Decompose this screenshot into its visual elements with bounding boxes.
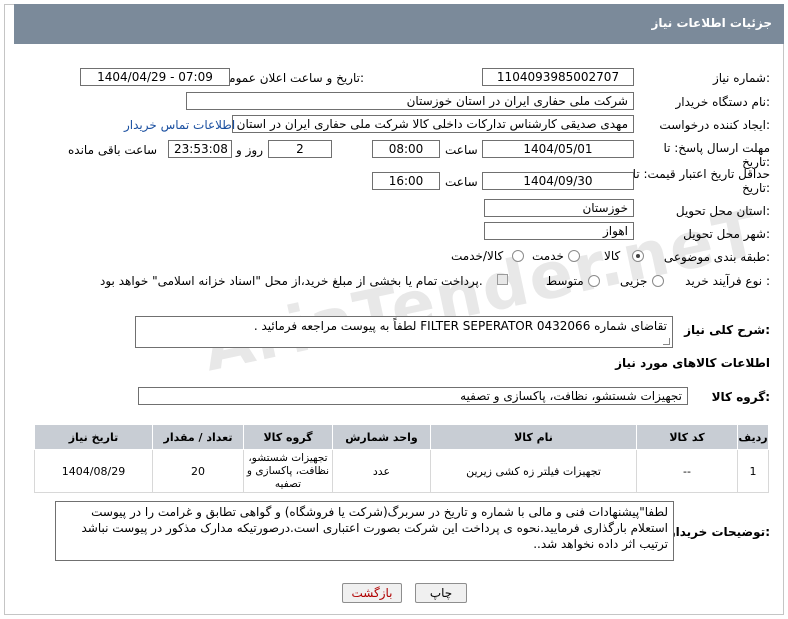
col-group: گروه کالا [243, 424, 333, 450]
goods-info-heading: اطلاعات کالاهای مورد نیاز [615, 356, 770, 370]
province-field: خوزستان [484, 199, 634, 217]
validity-time-label: ساعت [445, 175, 478, 189]
category-radio-goods[interactable] [632, 250, 644, 262]
days-field: 2 [268, 140, 332, 158]
goods-table: ردیف کد کالا نام کالا واحد شمارش گروه کا… [34, 424, 769, 493]
days-label: روز و [236, 143, 263, 157]
purchase-option-minor: جزیی [620, 274, 648, 288]
category-option-goods-service: کالا/خدمت [451, 249, 504, 263]
category-option-service: خدمت [532, 249, 564, 263]
need-number-field: 1104093985002707 [482, 68, 634, 86]
min-validity-label: حداقل تاریخ اعتبار قیمت: تا تاریخ: [632, 167, 770, 195]
table-row: 1 -- تجهیزات فیلتر زه کشی زیرین عدد تجهی… [34, 449, 769, 493]
category-radio-goods-service[interactable] [512, 250, 524, 262]
need-number-label: شماره نیاز: [712, 71, 770, 85]
province-label: استان محل تحویل: [675, 204, 770, 218]
deadline-label: مهلت ارسال پاسخ: تا تاریخ: [663, 141, 770, 169]
purchase-type-label: نوع فرآیند خرید : [685, 274, 770, 288]
announce-datetime-label: تاریخ و ساعت اعلان عمومی: [219, 71, 364, 85]
goods-group-field: تجهیزات شستشو، نظافت، پاکسازی و تصفیه [138, 387, 688, 405]
cell-unit: عدد [332, 449, 431, 493]
deadline-time-label: ساعت [445, 143, 478, 157]
contact-buyer-link[interactable]: اطلاعات تماس خریدار [124, 118, 235, 132]
col-row: ردیف [737, 424, 769, 450]
requester-field: مهدی صدیقی کارشناس تدارکات داخلی کالا شر… [232, 115, 634, 133]
city-field: اهواز [484, 222, 634, 240]
announce-datetime-field: 1404/04/29 - 07:09 [80, 68, 230, 86]
buyer-notes-field[interactable]: لطفا"پیشنهادات فنی و مالی با شماره و تار… [55, 501, 674, 561]
category-radio-service[interactable] [568, 250, 580, 262]
goods-group-label: گروه کالا: [711, 390, 770, 404]
city-label: شهر محل تحویل: [683, 227, 770, 241]
buyer-org-field: شرکت ملی حفاری ایران در استان خوزستان [186, 92, 634, 110]
col-code: کد کالا [636, 424, 738, 450]
purchase-radio-minor[interactable] [652, 275, 664, 287]
buyer-org-label: نام دستگاه خریدار: [675, 95, 771, 109]
back-button[interactable]: بازگشت [342, 583, 402, 603]
validity-time-field: 16:00 [372, 172, 440, 190]
col-name: نام کالا [430, 424, 637, 450]
deadline-time-field: 08:00 [372, 140, 440, 158]
cell-group: تجهیزات شستشو، نظافت، پاکسازی و تصفیه [243, 449, 333, 493]
cell-row: 1 [737, 449, 769, 493]
deadline-date-field: 1404/05/01 [482, 140, 634, 158]
general-desc-field[interactable]: تقاضای شماره FILTER SEPERATOR 0432066 لط… [135, 316, 673, 348]
col-unit: واحد شمارش [332, 424, 431, 450]
treasury-payment-checkbox[interactable] [497, 274, 508, 285]
col-date: تاریخ نیاز [34, 424, 153, 450]
buyer-notes-label: توضیحات خریدار: [668, 525, 770, 539]
purchase-radio-medium[interactable] [588, 275, 600, 287]
cell-qty: 20 [152, 449, 244, 493]
remaining-label: ساعت باقی مانده [68, 143, 158, 157]
category-option-goods: کالا [604, 249, 621, 263]
page-title: جزئیات اطلاعات نیاز [651, 16, 772, 30]
table-header-row: ردیف کد کالا نام کالا واحد شمارش گروه کا… [34, 424, 769, 450]
cell-name: تجهیزات فیلتر زه کشی زیرین [430, 449, 637, 493]
payment-note: پرداخت تمام یا بخشی از مبلغ خرید،از محل … [100, 274, 483, 288]
category-label: طبقه بندی موضوعی: [663, 250, 770, 264]
remaining-time-field: 23:53:08 [168, 140, 232, 158]
header-bar: جزئیات اطلاعات نیاز [14, 4, 784, 44]
validity-date-field: 1404/09/30 [482, 172, 634, 190]
cell-code: -- [636, 449, 738, 493]
general-desc-label: شرح کلی نیاز: [684, 323, 770, 337]
print-button[interactable]: چاپ [415, 583, 467, 603]
cell-date: 1404/08/29 [34, 449, 153, 493]
col-qty: تعداد / مقدار [152, 424, 244, 450]
requester-label: ایجاد کننده درخواست: [659, 118, 770, 132]
purchase-option-medium: متوسط [546, 274, 584, 288]
